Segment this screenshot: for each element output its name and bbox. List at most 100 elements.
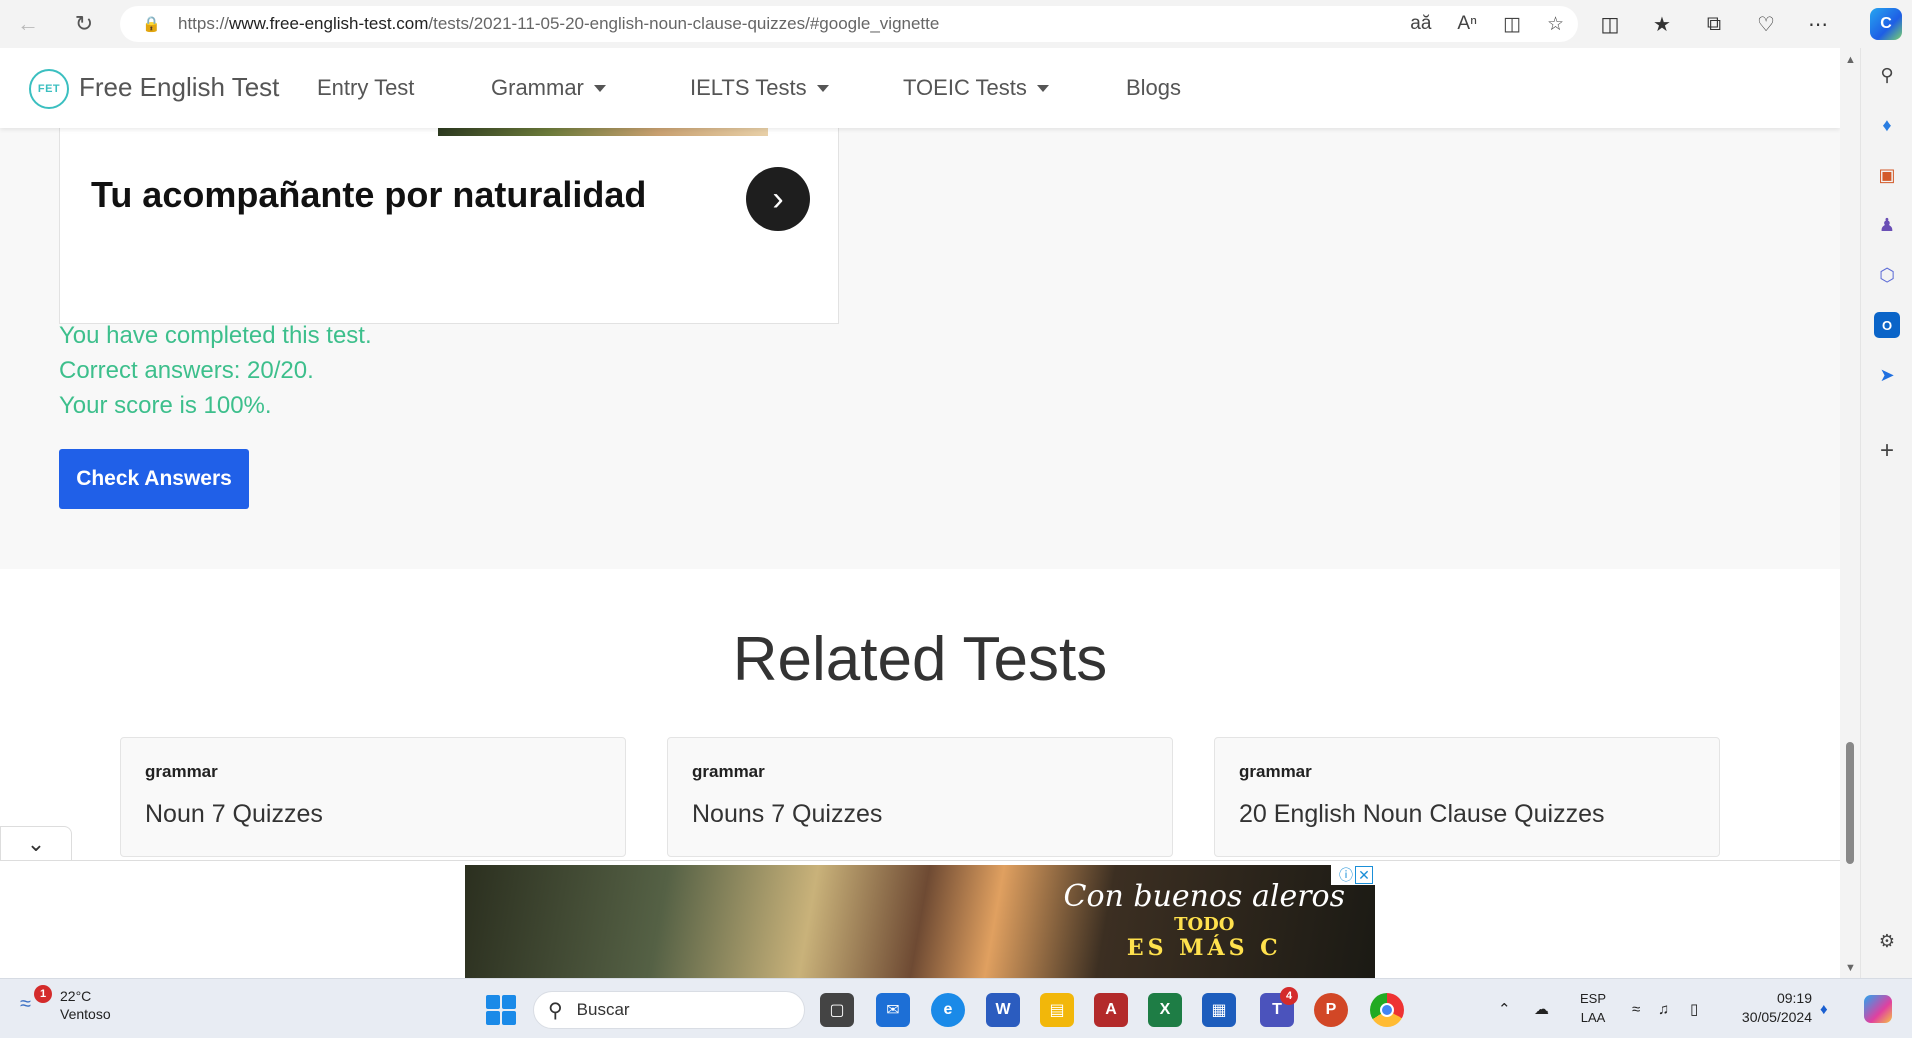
- collections-icon[interactable]: ⧉: [1698, 13, 1730, 36]
- close-icon[interactable]: ✕: [1355, 866, 1373, 884]
- teams-icon[interactable]: T4: [1260, 987, 1298, 1027]
- outlook-icon[interactable]: O: [1874, 312, 1900, 338]
- caret-down-icon: [1036, 84, 1049, 92]
- excel-icon[interactable]: X: [1148, 993, 1182, 1027]
- ad-info-icon[interactable]: ⓘ: [1339, 865, 1353, 885]
- logo-text[interactable]: Free English Test: [79, 72, 279, 103]
- ad-image: [438, 128, 768, 136]
- more-menu-icon[interactable]: ⋯: [1802, 12, 1834, 37]
- scrollbar-thumb[interactable]: [1846, 742, 1854, 864]
- address-bar[interactable]: 🔒 https://www.free-english-test.com/test…: [120, 6, 1578, 42]
- browser-essentials-icon[interactable]: ♡: [1750, 12, 1782, 37]
- search-icon: ⚲: [548, 999, 563, 1022]
- clock[interactable]: 09:19 30/05/2024: [1732, 989, 1812, 1027]
- notification-badge: 4: [1280, 987, 1298, 1005]
- read-aloud-icon[interactable]: Aⁿ: [1457, 13, 1477, 35]
- lock-icon[interactable]: 🔒: [142, 15, 164, 33]
- result-completed: You have completed this test.: [59, 322, 372, 349]
- related-card[interactable]: grammar Noun 7 Quizzes: [120, 737, 626, 857]
- ad-slogan: Con buenos aleros TODO ES MÁS C: [1064, 879, 1346, 961]
- nav-label: Grammar: [491, 75, 584, 100]
- store-icon[interactable]: ▦: [1202, 993, 1236, 1027]
- related-card[interactable]: grammar Nouns 7 Quizzes: [667, 737, 1173, 857]
- date: 30/05/2024: [1741, 1009, 1812, 1025]
- nav-blogs[interactable]: Blogs: [1126, 75, 1181, 101]
- result-correct-answers: Correct answers: 20/20.: [59, 357, 314, 384]
- windows-start-icon[interactable]: [486, 995, 516, 1025]
- file-explorer-icon[interactable]: ▤: [1040, 993, 1074, 1027]
- translate-icon[interactable]: aă: [1410, 13, 1431, 35]
- caret-down-icon: [593, 84, 606, 92]
- battery-icon[interactable]: ▯: [1690, 979, 1698, 1038]
- refresh-icon[interactable]: ↻: [64, 4, 104, 44]
- notification-badge: 1: [34, 985, 52, 1003]
- ad-image[interactable]: Con buenos aleros TODO ES MÁS C ⓘ ✕: [465, 865, 1375, 978]
- scroll-up-icon[interactable]: ▲: [1845, 54, 1856, 66]
- tools-icon[interactable]: ▣: [1874, 162, 1900, 188]
- related-card[interactable]: grammar 20 English Noun Clause Quizzes: [1214, 737, 1720, 857]
- bottom-ad-banner: Con buenos aleros TODO ES MÁS C ⓘ ✕: [0, 860, 1840, 978]
- nav-label: Entry Test: [317, 75, 415, 100]
- chevron-down-icon: ⌄: [26, 830, 46, 856]
- ad-choices: ⓘ ✕: [1331, 865, 1375, 885]
- show-hidden-icons[interactable]: ⌃: [1498, 979, 1511, 1038]
- related-card-title[interactable]: 20 English Noun Clause Quizzes: [1239, 800, 1604, 829]
- nav-entry-test[interactable]: Entry Test: [317, 75, 414, 101]
- result-score: Your score is 100%.: [59, 392, 272, 419]
- games-icon[interactable]: ♟: [1874, 212, 1900, 238]
- powerpoint-icon[interactable]: P: [1314, 993, 1348, 1027]
- send-icon[interactable]: ➤: [1874, 362, 1900, 388]
- collapse-ad-button[interactable]: ⌄: [0, 826, 72, 860]
- edge-sidebar: ⚲ ♦ ▣ ♟ ⬡ O ➤ + ⚙: [1860, 48, 1912, 978]
- weather-widget[interactable]: ≈1 22°C Ventoso: [20, 985, 111, 1023]
- ad-headline[interactable]: Tu acompañante por naturalidad: [91, 174, 646, 216]
- back-icon[interactable]: ←: [8, 4, 48, 44]
- search-icon[interactable]: ⚲: [1874, 62, 1900, 88]
- page-scrollbar[interactable]: ▲ ▼: [1842, 48, 1858, 978]
- nav-ielts-tests[interactable]: IELTS Tests: [690, 75, 829, 101]
- chevron-right-icon[interactable]: ›: [746, 167, 810, 231]
- ad-slogan-line: ES MÁS C: [1126, 935, 1282, 961]
- related-tests-title: Related Tests: [732, 625, 1108, 694]
- settings-gear-icon[interactable]: ⚙: [1874, 928, 1900, 954]
- add-icon[interactable]: +: [1874, 437, 1900, 464]
- language-code: ESP: [1580, 991, 1607, 1006]
- word-icon[interactable]: W: [986, 993, 1020, 1027]
- check-answers-button[interactable]: Check Answers: [59, 449, 249, 509]
- split-screen-icon[interactable]: ◫: [1594, 12, 1626, 37]
- scroll-down-icon[interactable]: ▼: [1845, 962, 1856, 974]
- nav-label: IELTS Tests: [690, 75, 807, 100]
- time: 09:19: [1776, 990, 1812, 1006]
- favorite-star-icon[interactable]: ☆: [1547, 13, 1564, 36]
- ad-card[interactable]: Tu acompañante por naturalidad ›: [59, 128, 839, 324]
- edge-icon[interactable]: e: [931, 993, 965, 1027]
- wifi-icon[interactable]: ≈: [1632, 979, 1640, 1038]
- notification-bell-icon[interactable]: ♦: [1820, 979, 1828, 1038]
- nav-grammar[interactable]: Grammar: [491, 75, 606, 101]
- access-icon[interactable]: A: [1094, 993, 1128, 1027]
- taskbar-search[interactable]: ⚲ Buscar: [533, 991, 805, 1029]
- browser-actions: ◫ ★ ⧉ ♡ ⋯: [1594, 4, 1834, 44]
- volume-icon[interactable]: ♫: [1658, 979, 1669, 1038]
- logo-mark[interactable]: FET: [29, 69, 69, 109]
- task-view-icon[interactable]: ▢: [820, 993, 854, 1027]
- microsoft-365-icon[interactable]: ⬡: [1874, 262, 1900, 288]
- test-result: You have completed this test. Correct an…: [59, 318, 372, 423]
- ad-slogan-line: TODO: [1174, 914, 1235, 935]
- shopping-tag-icon[interactable]: ♦: [1874, 112, 1900, 138]
- related-card-category: grammar: [145, 762, 218, 781]
- input-language[interactable]: ESP LAA: [1580, 989, 1606, 1027]
- site-header: FET Free English Test Entry Test Grammar…: [0, 48, 1840, 128]
- page-viewport: FET Free English Test Entry Test Grammar…: [0, 48, 1840, 978]
- url-path: /tests/2021-11-05-20-english-noun-clause…: [428, 14, 940, 33]
- mail-icon[interactable]: ✉: [876, 993, 910, 1027]
- favorites-icon[interactable]: ★: [1646, 12, 1678, 37]
- onedrive-icon[interactable]: ☁: [1534, 979, 1549, 1038]
- copilot-icon[interactable]: C: [1870, 8, 1902, 40]
- nav-toeic-tests[interactable]: TOEIC Tests: [903, 75, 1049, 101]
- app-available-icon[interactable]: ◫: [1503, 13, 1521, 36]
- copilot-taskbar-icon[interactable]: [1864, 979, 1892, 1038]
- chrome-icon[interactable]: [1370, 993, 1404, 1027]
- related-card-title[interactable]: Noun 7 Quizzes: [145, 800, 323, 829]
- related-card-title[interactable]: Nouns 7 Quizzes: [692, 800, 882, 829]
